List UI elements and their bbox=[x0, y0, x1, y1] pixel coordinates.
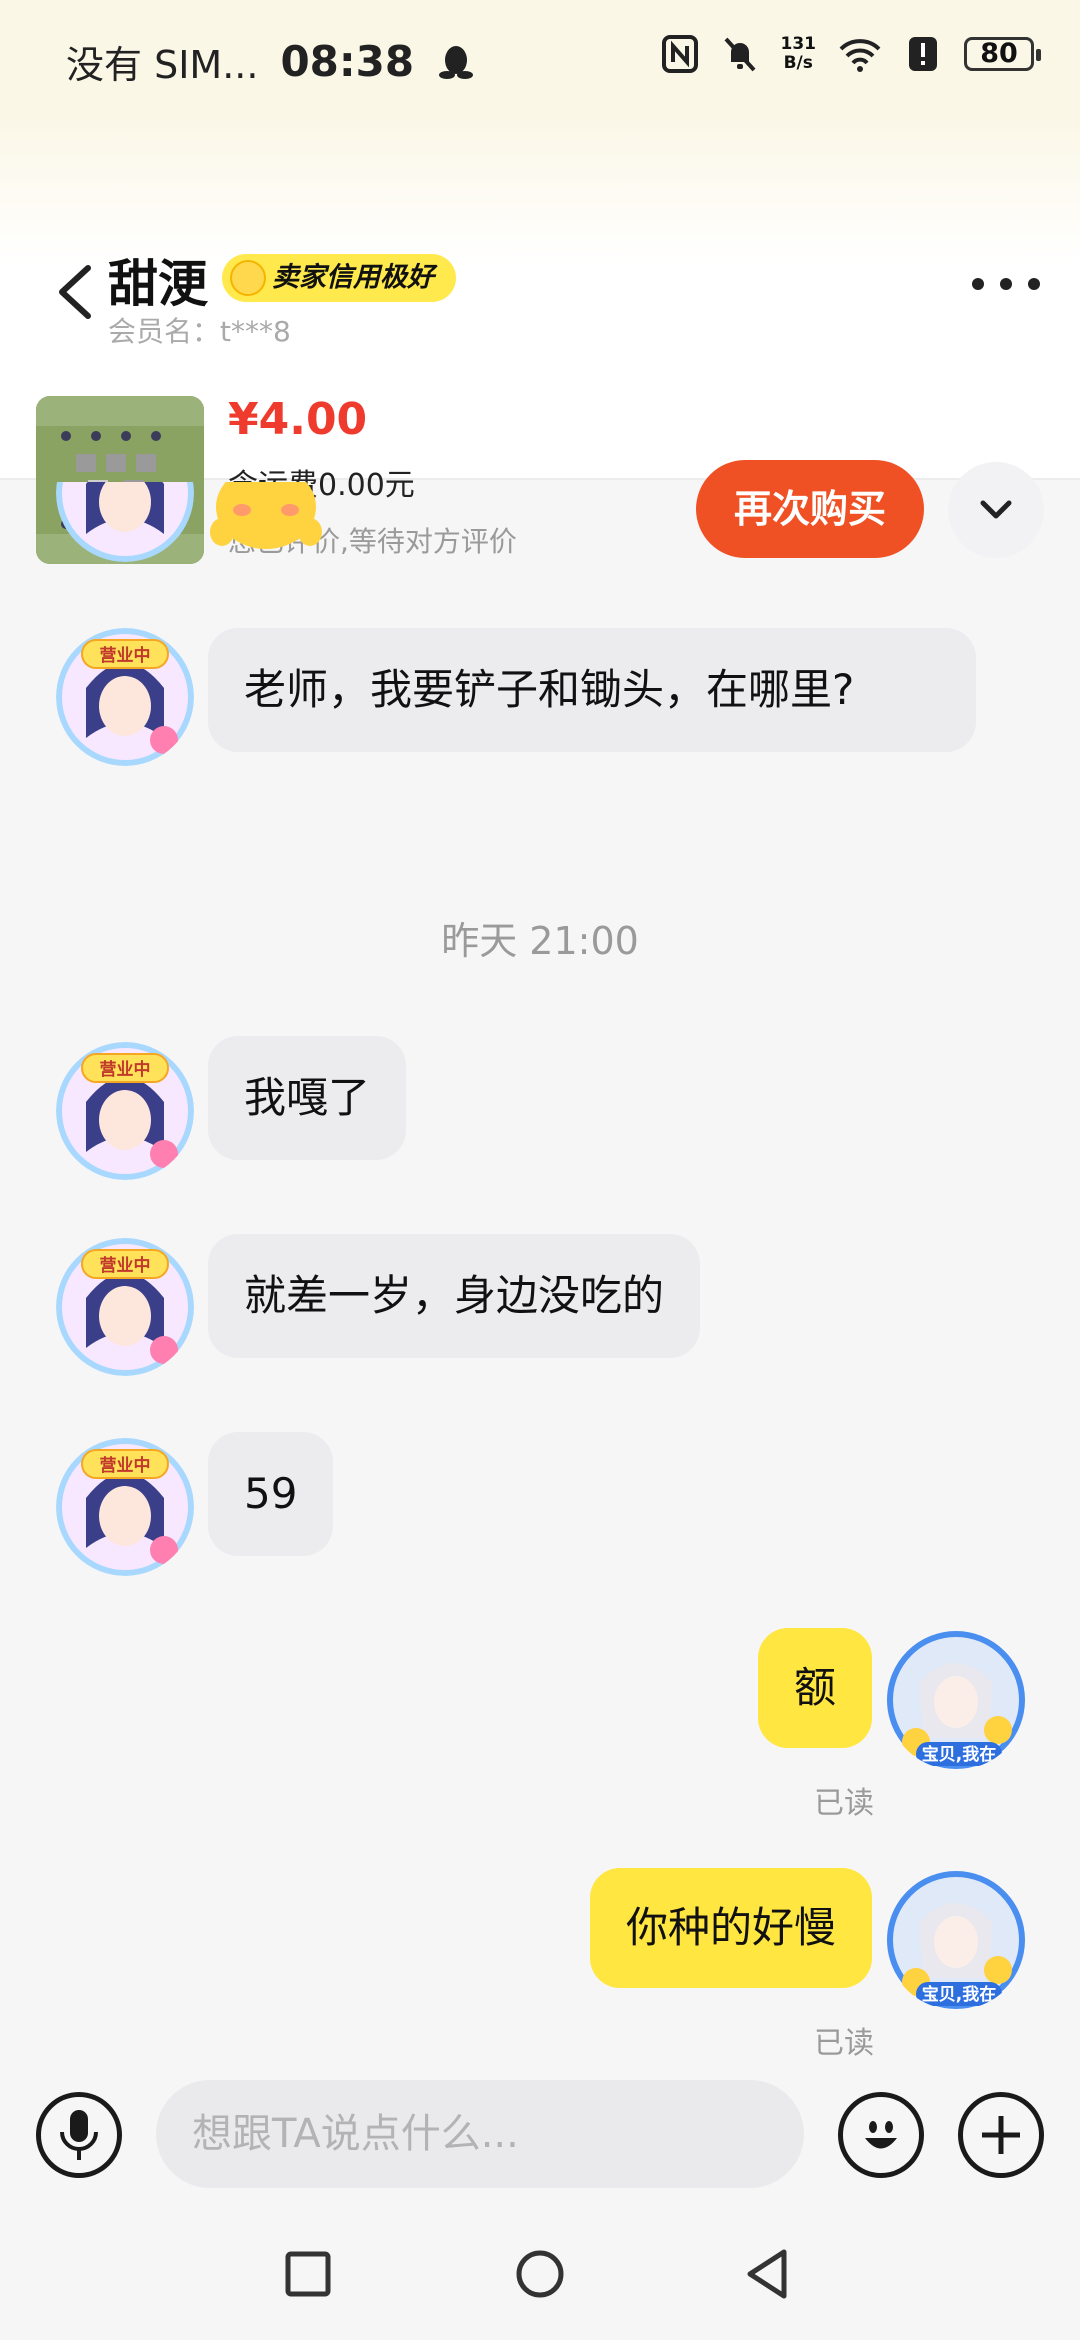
message-bubble-incoming[interactable]: 就差一岁，身边没吃的 bbox=[208, 1234, 701, 1358]
voice-button[interactable] bbox=[36, 2092, 122, 2178]
seller-avatar[interactable]: 营业中 bbox=[56, 1042, 194, 1180]
svg-text:宝贝,我在: 宝贝,我在 bbox=[922, 1744, 996, 1765]
message-bubble-outgoing[interactable]: 你种的好慢 bbox=[589, 1868, 872, 1988]
home-icon[interactable] bbox=[510, 2244, 570, 2304]
smiley-icon bbox=[230, 260, 266, 296]
svg-text:营业中: 营业中 bbox=[100, 1059, 151, 1080]
microphone-icon bbox=[60, 2110, 98, 2160]
message-bubble-incoming[interactable]: 我嘎了 bbox=[208, 1036, 407, 1160]
chat-header: 甜浭 卖家信用极好 会员名：t***8 ¥4.00 含运费0.00元 您已评价,… bbox=[0, 120, 1080, 564]
my-avatar[interactable]: 宝贝,我在 bbox=[886, 1870, 1026, 2010]
svg-text:营业中: 营业中 bbox=[100, 1255, 151, 1276]
my-avatar[interactable]: 宝贝,我在 bbox=[886, 1630, 1026, 1770]
message-bubble-outgoing[interactable]: 额 bbox=[757, 1628, 872, 1748]
seller-avatar[interactable]: 营业中 bbox=[56, 628, 194, 766]
status-right: 131 B/s 80 bbox=[661, 34, 1041, 74]
svg-text:营业中: 营业中 bbox=[100, 645, 151, 666]
mute-bell-icon bbox=[724, 37, 755, 72]
order-price: ¥4.00 bbox=[228, 394, 368, 445]
wifi-icon bbox=[839, 39, 881, 72]
carrier-label: 没有 SIM... bbox=[66, 43, 259, 87]
read-status: 已读 bbox=[814, 1786, 874, 1821]
alert-icon bbox=[909, 37, 937, 71]
status-bar: 没有 SIM... 08:38 131 B/s 80 bbox=[0, 0, 1080, 120]
seller-credit-badge: 卖家信用极好 bbox=[222, 254, 456, 302]
svg-text:宝贝,我在: 宝贝,我在 bbox=[922, 1984, 996, 2005]
status-left: 没有 SIM... 08:38 bbox=[66, 34, 476, 89]
recent-apps-icon[interactable] bbox=[278, 2244, 338, 2304]
seller-avatar[interactable]: 营业中 bbox=[56, 1438, 194, 1576]
message-bubble-incoming[interactable]: 59 bbox=[208, 1432, 334, 1556]
svg-text:营业中: 营业中 bbox=[100, 1455, 151, 1476]
clock: 08:38 bbox=[280, 37, 415, 86]
back-nav-icon[interactable] bbox=[738, 2244, 798, 2304]
system-nav-bar bbox=[0, 2210, 1080, 2340]
shop-name[interactable]: 甜浭 bbox=[108, 244, 208, 316]
smiley-icon bbox=[865, 2121, 897, 2149]
message-input[interactable] bbox=[156, 2080, 804, 2188]
network-speed: 131 B/s bbox=[780, 34, 817, 73]
emoji-sticker bbox=[210, 482, 322, 549]
time-divider: 昨天 21:00 bbox=[441, 919, 639, 963]
battery-indicator: 80 bbox=[964, 37, 1041, 71]
qq-icon bbox=[439, 45, 474, 79]
back-arrow-icon[interactable] bbox=[52, 262, 96, 322]
emoji-button[interactable] bbox=[838, 2092, 924, 2178]
message-list[interactable]: 营业中 老师，我要铲子和锄头，在哪里? 昨天 21:00 营业中 我嘎了 营业中… bbox=[0, 482, 1080, 2072]
more-options-icon[interactable] bbox=[972, 278, 1040, 298]
member-name: 会员名：t***8 bbox=[108, 315, 291, 348]
add-button[interactable] bbox=[958, 2092, 1044, 2178]
message-bubble-incoming[interactable]: 老师，我要铲子和锄头，在哪里? bbox=[208, 628, 976, 752]
input-bar bbox=[0, 2072, 1080, 2202]
plus-icon bbox=[982, 2116, 1020, 2154]
read-status: 已读 bbox=[814, 2026, 874, 2061]
seller-avatar[interactable]: 营业中 bbox=[56, 1238, 194, 1376]
seller-avatar[interactable] bbox=[56, 482, 194, 562]
nfc-icon bbox=[661, 35, 698, 73]
